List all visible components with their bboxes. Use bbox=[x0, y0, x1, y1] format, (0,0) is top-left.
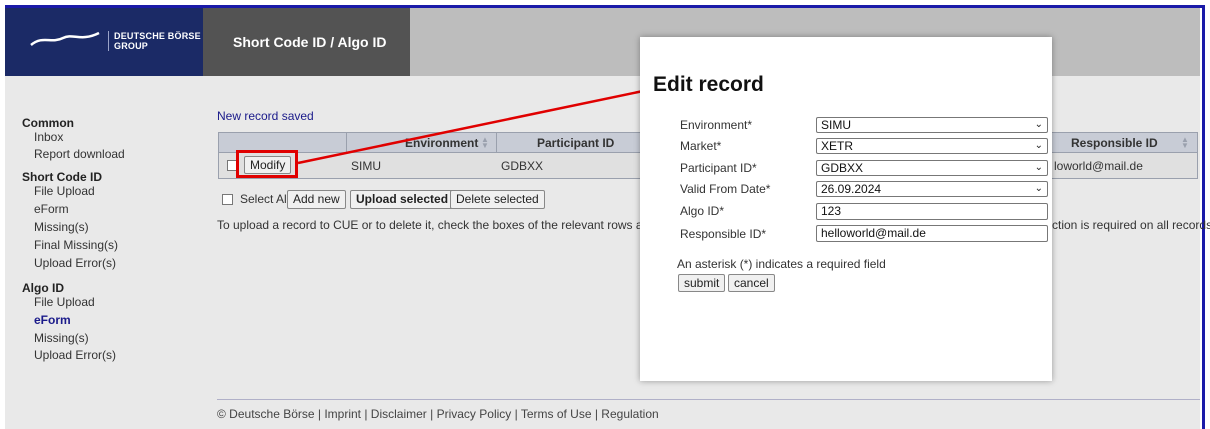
sidebar-item-algo-upload-error[interactable]: Upload Error(s) bbox=[34, 348, 116, 362]
sidebar-item-sc-missing[interactable]: Missing(s) bbox=[34, 220, 89, 234]
cancel-button[interactable]: cancel bbox=[728, 274, 775, 292]
footer-links[interactable]: © Deutsche Börse | Imprint | Disclaimer … bbox=[217, 407, 659, 421]
algo-id-input[interactable]: 123 bbox=[816, 203, 1048, 220]
instruction-text-tail: ction is required on all records. bbox=[1052, 218, 1210, 232]
participant-id-value: GDBXX bbox=[821, 161, 864, 175]
upload-selected-button[interactable]: Upload selected bbox=[350, 190, 455, 209]
sidebar-item-sc-final-missing[interactable]: Final Missing(s) bbox=[34, 238, 118, 252]
edit-record-dialog: Edit record Environment* SIMU ⌄ Market* … bbox=[640, 37, 1052, 381]
delete-selected-button[interactable]: Delete selected bbox=[450, 190, 545, 209]
select-all-checkbox[interactable] bbox=[222, 194, 233, 205]
column-divider bbox=[496, 133, 497, 152]
sidebar-item-inbox[interactable]: Inbox bbox=[34, 130, 63, 144]
sidebar-item-sc-eform[interactable]: eForm bbox=[34, 202, 69, 216]
chevron-down-icon: ⌄ bbox=[1034, 162, 1043, 173]
required-field-note: An asterisk (*) indicates a required fie… bbox=[677, 257, 886, 271]
cell-participant-id: GDBXX bbox=[501, 159, 544, 173]
sidebar-item-algo-missing[interactable]: Missing(s) bbox=[34, 331, 89, 345]
sidebar-section-short-code-id: Short Code ID bbox=[22, 170, 102, 184]
environment-label: Environment* bbox=[680, 118, 753, 132]
deutsche-boerse-logo[interactable]: DEUTSCHE BÖRSE GROUP bbox=[5, 8, 203, 76]
column-header-responsible-id[interactable]: Responsible ID bbox=[1071, 136, 1158, 150]
swoosh-icon bbox=[30, 31, 100, 47]
environment-value: SIMU bbox=[821, 118, 851, 132]
column-divider bbox=[346, 133, 347, 152]
add-new-button[interactable]: Add new bbox=[287, 190, 346, 209]
instruction-text: To upload a record to CUE or to delete i… bbox=[217, 218, 683, 232]
sort-icon[interactable]: ▲ ▼ bbox=[481, 136, 489, 150]
participant-id-label: Participant ID* bbox=[680, 161, 757, 175]
column-header-participant-id[interactable]: Participant ID bbox=[537, 136, 614, 150]
logo-line2: GROUP bbox=[114, 41, 149, 51]
column-header-environment[interactable]: Environment bbox=[405, 136, 478, 150]
cell-responsible-id: loworld@mail.de bbox=[1054, 159, 1143, 173]
valid-from-date-select[interactable]: 26.09.2024 ⌄ bbox=[816, 181, 1048, 197]
logo-line1: DEUTSCHE BÖRSE bbox=[114, 31, 201, 41]
participant-id-select[interactable]: GDBXX ⌄ bbox=[816, 160, 1048, 176]
sidebar-item-algo-file-upload[interactable]: File Upload bbox=[34, 295, 95, 309]
sidebar-item-algo-eform[interactable]: eForm bbox=[34, 313, 71, 327]
dialog-title: Edit record bbox=[653, 73, 764, 96]
status-message: New record saved bbox=[217, 109, 314, 123]
sort-icon[interactable]: ▲ ▼ bbox=[1181, 136, 1189, 150]
chevron-down-icon: ⌄ bbox=[1034, 140, 1043, 151]
logo-wordmark: DEUTSCHE BÖRSE GROUP bbox=[108, 31, 201, 51]
chevron-down-icon: ⌄ bbox=[1034, 183, 1043, 194]
sidebar-section-common: Common bbox=[22, 116, 74, 130]
cell-environment: SIMU bbox=[351, 159, 381, 173]
market-label: Market* bbox=[680, 139, 722, 153]
responsible-id-input[interactable]: helloworld@mail.de bbox=[816, 225, 1048, 242]
header-title-bar: Short Code ID / Algo ID bbox=[203, 8, 410, 76]
environment-select[interactable]: SIMU ⌄ bbox=[816, 117, 1048, 133]
responsible-id-label: Responsible ID* bbox=[680, 227, 767, 241]
highlight-annotation bbox=[236, 150, 298, 178]
sidebar-item-report-download[interactable]: Report download bbox=[34, 147, 125, 161]
sidebar-item-sc-upload-error[interactable]: Upload Error(s) bbox=[34, 256, 116, 270]
market-value: XETR bbox=[821, 139, 854, 153]
select-all-label[interactable]: Select All bbox=[240, 192, 289, 206]
submit-button[interactable]: submit bbox=[678, 274, 726, 292]
sidebar-item-sc-file-upload[interactable]: File Upload bbox=[34, 184, 95, 198]
sidebar-section-algo-id: Algo ID bbox=[22, 281, 64, 295]
valid-from-date-value: 26.09.2024 bbox=[821, 182, 882, 196]
page-title: Short Code ID / Algo ID bbox=[233, 34, 387, 50]
market-select[interactable]: XETR ⌄ bbox=[816, 138, 1048, 154]
algo-id-label: Algo ID* bbox=[680, 204, 725, 218]
valid-from-date-label: Valid From Date* bbox=[680, 182, 771, 196]
chevron-down-icon: ⌄ bbox=[1034, 119, 1043, 130]
footer-divider bbox=[217, 399, 1200, 400]
